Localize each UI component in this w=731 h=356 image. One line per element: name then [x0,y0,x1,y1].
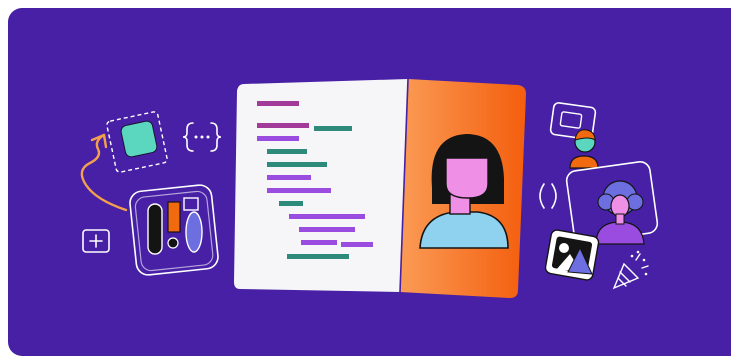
image-frame-icon [544,229,600,281]
profile-photo-card [565,160,659,245]
avatar-portrait [399,78,526,298]
hero-banner [8,8,731,356]
code-editor-card [234,79,408,292]
illustration-canvas [8,8,731,356]
